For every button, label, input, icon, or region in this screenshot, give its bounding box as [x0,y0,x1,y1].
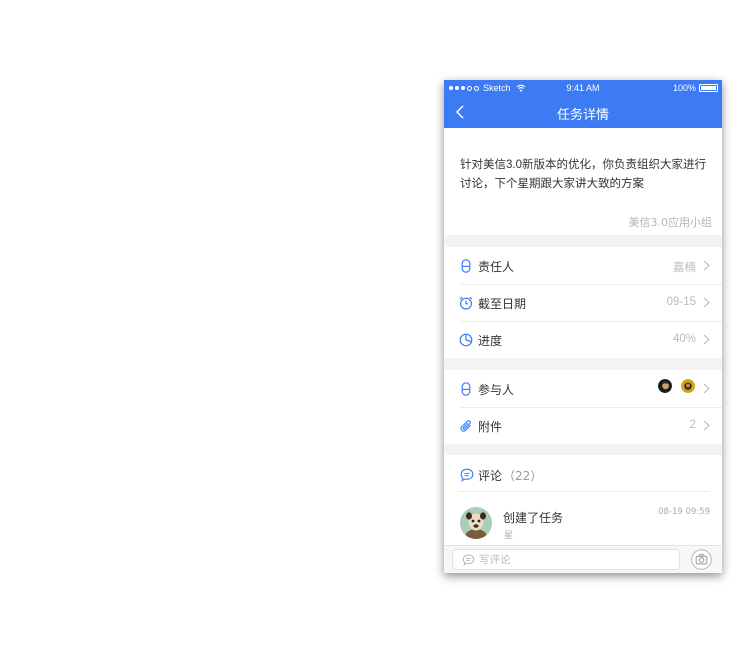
deadline-value: 09-15 [666,296,696,308]
chevron-right-icon [703,260,710,271]
comment-time: 08-19 09:59 [658,507,710,517]
comment-placeholder: 写评论 [479,554,511,566]
battery-percent: 100% [672,83,696,93]
chat-bubble-icon [460,468,474,482]
comment-title: 创建了任务 [503,511,564,525]
battery-icon [699,84,718,92]
participants-label: 参与人 [478,383,515,397]
people-attachments-card: 参与人 附件 2 [444,370,722,444]
chevron-right-icon [703,297,710,308]
comment-input[interactable]: 写评论 [452,549,680,570]
navigation-bar: 任务详情 [444,96,722,128]
task-details-card: 责任人 嘉楠 截至日期 09-15 进度 40% [444,247,722,358]
chevron-right-icon [703,334,710,345]
comments-count: （22） [503,469,543,483]
camera-icon[interactable] [691,549,712,570]
pie-progress-icon [459,333,473,347]
task-description: 针对美信3.0新版本的优化，你负责组织大家进行讨论，下个星期跟大家讲大致的方案 [460,159,706,190]
assignee-value: 嘉楠 [673,262,696,274]
chevron-right-icon [703,383,710,394]
person-icon [461,382,471,396]
person-icon [461,259,471,273]
attachments-label: 附件 [478,420,503,434]
assignee-row[interactable]: 责任人 嘉楠 [444,247,722,284]
participant-avatar[interactable] [658,379,672,393]
page-title: 任务详情 [556,107,609,122]
participant-avatar[interactable] [681,379,695,393]
comments-card: 评论（22） 创建了任务 星 08-19 09:59 [444,455,722,545]
comments-label: 评论 [478,469,503,483]
progress-label: 进度 [478,334,503,348]
chat-bubble-icon [462,554,475,566]
battery-status: 100% [673,83,718,93]
attachments-count: 2 [689,419,696,431]
progress-value: 40% [672,333,696,345]
alarm-clock-icon [459,296,473,310]
deadline-row[interactable]: 截至日期 09-15 [444,284,722,321]
assignee-label: 责任人 [478,260,515,274]
phone-screen: Sketch 9:41 AM 100% 任务详情 针对美信3.0新版本的优化，你… [444,80,722,573]
comments-heading: 评论（22） [478,467,542,484]
status-bar: Sketch 9:41 AM 100% [444,80,722,96]
task-description-card: 针对美信3.0新版本的优化，你负责组织大家进行讨论，下个星期跟大家讲大致的方案 … [444,128,722,235]
participants-row[interactable]: 参与人 [444,370,722,407]
deadline-label: 截至日期 [478,297,527,311]
comment-composer: 写评论 [444,545,722,573]
commenter-avatar[interactable] [460,507,492,539]
progress-row[interactable]: 进度 40% [444,321,722,358]
comment-author: 星 [504,531,514,541]
chevron-right-icon [703,420,710,431]
attachments-row[interactable]: 附件 2 [444,407,722,444]
paperclip-icon [460,420,471,432]
task-group: 美信3.0应用小组 [628,216,713,229]
divider [458,491,710,492]
